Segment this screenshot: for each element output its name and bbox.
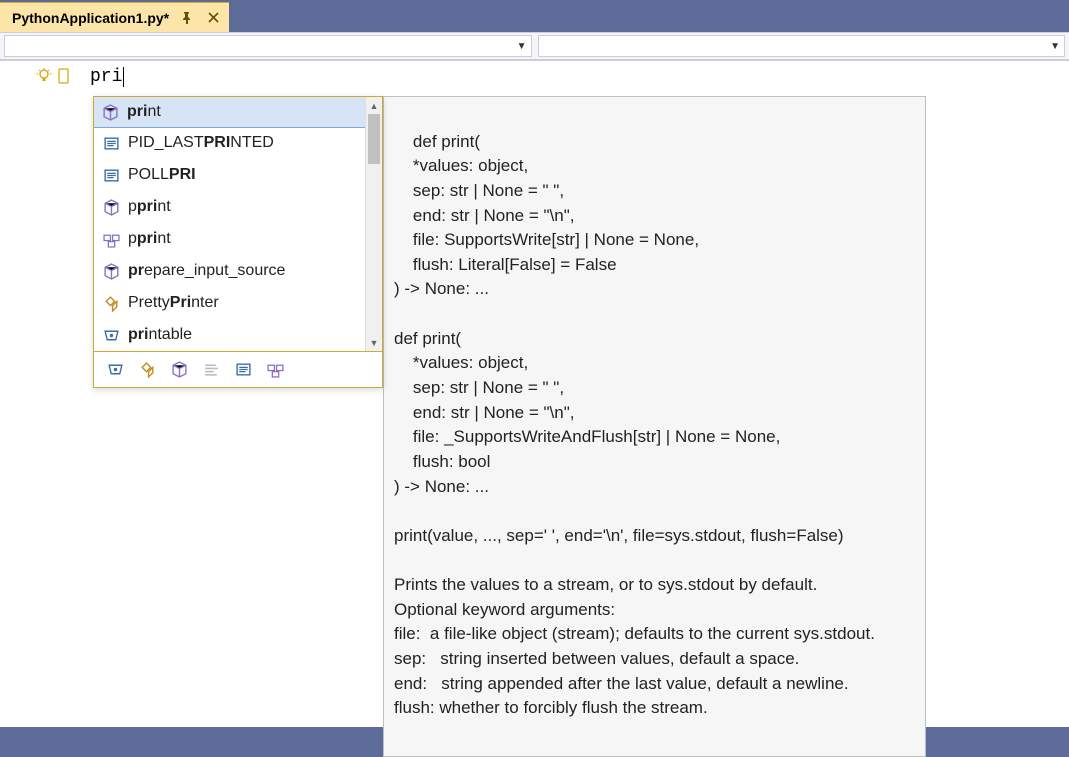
class-icon (102, 294, 120, 312)
cube-icon (102, 198, 120, 216)
tab-active[interactable]: PythonApplication1.py* (0, 2, 229, 32)
module-icon (102, 230, 120, 248)
intellisense-item-label: pprint (128, 198, 171, 216)
intellisense-item-label: PID_LASTPRINTED (128, 134, 274, 152)
intellisense-item[interactable]: pprint (94, 191, 382, 223)
intellisense-item[interactable]: POLLPRI (94, 159, 382, 191)
intellisense-item-label: print (127, 103, 161, 121)
constant-icon (102, 134, 120, 152)
tab-bar: PythonApplication1.py* (0, 0, 1069, 32)
intellisense-item[interactable]: print (94, 97, 382, 128)
editor-gutter (0, 61, 70, 727)
intellisense-item-label: printable (128, 326, 192, 344)
scope-combo[interactable]: ▼ (4, 35, 532, 57)
bookmark-icon[interactable] (58, 68, 69, 84)
cube-icon (101, 103, 119, 121)
scroll-thumb[interactable] (368, 114, 380, 164)
scroll-up-icon[interactable]: ▲ (366, 97, 382, 114)
filter-cube-icon[interactable] (170, 361, 188, 379)
pin-icon[interactable] (179, 10, 195, 26)
intellisense-item[interactable]: PID_LASTPRINTED (94, 127, 382, 159)
scrollbar[interactable]: ▲▼ (365, 97, 382, 351)
intellisense-popup: print PID_LASTPRINTED POLLPRI pprint pprint p… (93, 96, 383, 388)
intellisense-item[interactable]: PrettyPrinter (94, 287, 382, 319)
scroll-down-icon[interactable]: ▼ (366, 334, 382, 351)
cube-icon (102, 262, 120, 280)
intellisense-item-label: pprint (128, 230, 171, 248)
tooltip-text: def print( *values: object, sep: str | N… (394, 132, 875, 718)
intellisense-item-label: PrettyPrinter (128, 294, 219, 312)
intellisense-item[interactable]: printable (94, 319, 382, 351)
intellisense-item-label: POLLPRI (128, 166, 196, 184)
intellisense-filter-bar (94, 351, 382, 387)
filter-snippet-icon[interactable] (202, 361, 220, 379)
chevron-down-icon: ▼ (1050, 41, 1060, 52)
filter-module-icon[interactable] (266, 361, 284, 379)
filter-constant-icon[interactable] (234, 361, 252, 379)
intellisense-item-label: prepare_input_source (128, 262, 285, 280)
constant-icon (102, 166, 120, 184)
chevron-down-icon: ▼ (517, 41, 527, 52)
editor[interactable]: pri print PID_LASTPRINTED POLLPRI pprint ppr… (0, 60, 1069, 727)
text-cursor (123, 67, 124, 87)
intellisense-item[interactable]: prepare_input_source (94, 255, 382, 287)
tab-title: PythonApplication1.py* (12, 10, 169, 26)
close-icon[interactable] (205, 10, 221, 26)
filter-variable-icon[interactable] (106, 361, 124, 379)
intellisense-item[interactable]: pprint (94, 223, 382, 255)
code-line-1[interactable]: pri (90, 67, 124, 87)
lightbulb-icon[interactable] (36, 68, 52, 84)
signature-tooltip: def print( *values: object, sep: str | N… (383, 96, 926, 757)
navigation-bar: ▼ ▼ (0, 32, 1069, 60)
member-combo[interactable]: ▼ (538, 35, 1066, 57)
variable-icon (102, 326, 120, 344)
intellisense-list[interactable]: print PID_LASTPRINTED POLLPRI pprint pprint p… (94, 97, 382, 351)
typed-text: pri (90, 67, 122, 87)
filter-class-icon[interactable] (138, 361, 156, 379)
